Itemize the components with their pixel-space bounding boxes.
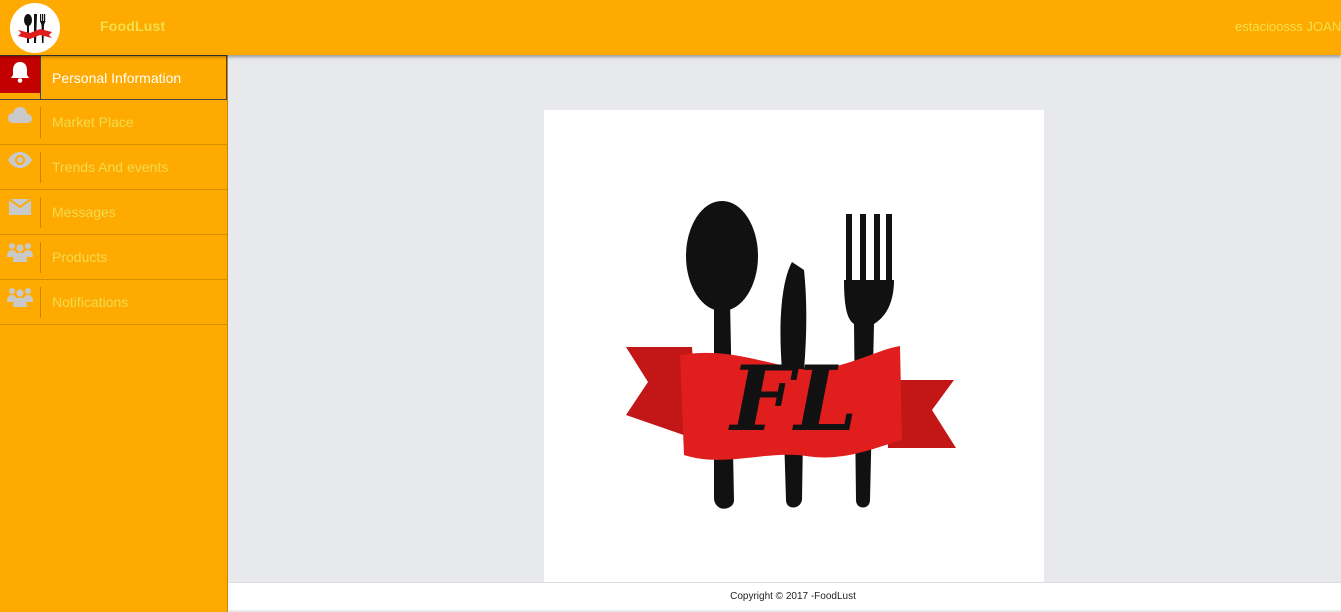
foodlust-logo-icon[interactable] — [10, 3, 60, 53]
eye-icon — [0, 145, 40, 190]
sidebar-item-label: Market Place — [52, 114, 134, 130]
sidebar-item-label: Trends And events — [52, 159, 169, 175]
envelope-icon — [0, 190, 40, 235]
copyright-text: Copyright © 2017 -FoodLust — [730, 591, 856, 602]
divider — [40, 197, 41, 228]
sidebar-item-label: Messages — [52, 204, 116, 220]
brand-name[interactable]: FoodLust — [100, 18, 165, 34]
divider — [40, 287, 41, 318]
divider — [40, 242, 41, 273]
bell-icon — [0, 56, 40, 93]
footer: Copyright © 2017 -FoodLust — [228, 582, 1341, 610]
top-navbar: FoodLust estacioosss JOAN — [0, 0, 1341, 55]
divider — [40, 56, 41, 100]
sidebar-item-label: Products — [52, 249, 108, 265]
sidebar-item-label: Personal Information — [52, 70, 182, 86]
sidebar-item-messages[interactable]: Messages — [0, 190, 227, 235]
sidebar: Personal Information Market Place Trends… — [0, 55, 228, 612]
users-icon — [0, 235, 40, 280]
cloud-icon — [0, 100, 40, 145]
divider — [40, 152, 41, 183]
divider — [40, 107, 41, 138]
main-content: FL — [228, 55, 1341, 582]
user-name[interactable]: estacioosss JOAN — [1235, 19, 1341, 34]
sidebar-item-notifications[interactable]: Notifications — [0, 280, 227, 325]
users-icon — [0, 280, 40, 325]
svg-text:FL: FL — [727, 346, 857, 452]
sidebar-item-label: Notifications — [52, 294, 129, 310]
foodlust-logo-image: FL — [544, 110, 1044, 582]
sidebar-item-products[interactable]: Products — [0, 235, 227, 280]
sidebar-item-trends-and-events[interactable]: Trends And events — [0, 145, 227, 190]
sidebar-item-market-place[interactable]: Market Place — [0, 100, 227, 145]
sidebar-item-personal-information[interactable]: Personal Information — [0, 55, 227, 100]
